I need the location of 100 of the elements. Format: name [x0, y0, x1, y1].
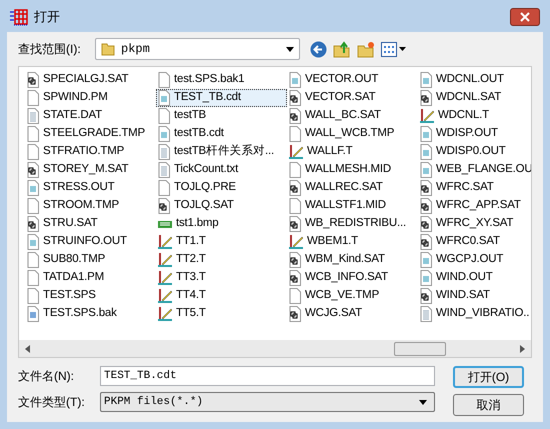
file-item[interactable]: WFRC_APP.SAT	[418, 197, 531, 215]
file-icon	[419, 270, 433, 286]
file-item[interactable]: STRESS.OUT	[25, 179, 156, 197]
file-item[interactable]: STFRATIO.TMP	[25, 143, 156, 161]
file-item[interactable]: STATE.DAT	[25, 107, 156, 125]
file-item[interactable]: TEST_TB.cdt	[156, 89, 287, 107]
blank-file-icon	[26, 252, 40, 268]
file-item[interactable]: STRUINFO.OUT	[25, 233, 156, 251]
file-item[interactable]: SPWIND.PM	[25, 89, 156, 107]
blank-file-icon	[26, 126, 40, 142]
file-item[interactable]: VECTOR.SAT	[287, 89, 418, 107]
text-file-icon	[157, 144, 171, 160]
blank-file-icon	[157, 108, 171, 124]
document-icon	[419, 216, 433, 232]
file-item[interactable]: WB_REDISTRIBU...	[287, 215, 418, 233]
blank-file-icon	[26, 144, 40, 160]
file-item[interactable]: test.SPS.bak1	[156, 71, 287, 89]
horizontal-scrollbar[interactable]	[19, 340, 531, 357]
file-item[interactable]: WBEM1.T	[287, 233, 418, 251]
file-item[interactable]: WALLMESH.MID	[287, 161, 418, 179]
file-item[interactable]: TickCount.txt	[156, 161, 287, 179]
file-item[interactable]: WIND.OUT	[418, 269, 531, 287]
file-item[interactable]: WDISP0.OUT	[418, 143, 531, 161]
file-icon	[419, 162, 433, 178]
back-icon[interactable]	[310, 40, 327, 58]
document-icon	[157, 198, 171, 214]
file-type-dropdown[interactable]: PKPM files(*.*)	[100, 392, 435, 412]
file-item[interactable]: WDCNL.OUT	[418, 71, 531, 89]
document-icon	[419, 198, 433, 214]
file-item[interactable]: WALL_WCB.TMP	[287, 125, 418, 143]
text-file-icon	[26, 108, 40, 124]
file-item[interactable]: WALLREC.SAT	[287, 179, 418, 197]
file-item[interactable]: WALLSTF1.MID	[287, 197, 418, 215]
file-item[interactable]: STOREY_M.SAT	[25, 161, 156, 179]
scroll-right-icon[interactable]	[520, 344, 525, 352]
blank-file-icon	[157, 72, 171, 88]
file-item[interactable]: SUB80.TMP	[25, 251, 156, 269]
file-item[interactable]: WCB_VE.TMP	[287, 287, 418, 305]
file-item[interactable]: WFRC_XY.SAT	[418, 215, 531, 233]
file-item[interactable]: WIND_VIBRATIO..	[418, 305, 531, 323]
file-item[interactable]: WGCPJ.OUT	[418, 251, 531, 269]
file-item[interactable]: WBM_Kind.SAT	[287, 251, 418, 269]
file-item[interactable]: WIND.SAT	[418, 287, 531, 305]
blank-file-icon	[26, 198, 40, 214]
scroll-thumb[interactable]	[394, 342, 446, 356]
document-icon	[26, 72, 40, 88]
scroll-left-icon[interactable]	[25, 344, 30, 352]
new-folder-icon[interactable]	[357, 40, 375, 58]
look-in-dropdown[interactable]: pkpm	[95, 38, 300, 60]
file-item[interactable]: WDCNL.SAT	[418, 89, 531, 107]
file-type-label: 文件类型(T):	[18, 394, 86, 411]
file-item[interactable]: WALLF.T	[287, 143, 418, 161]
cancel-button[interactable]: 取消	[453, 394, 524, 416]
blank-file-icon	[288, 162, 302, 178]
file-item[interactable]: tst1.bmp	[156, 215, 287, 233]
file-item[interactable]: testTB.cdt	[156, 125, 287, 143]
file-item[interactable]: STEELGRADE.TMP	[25, 125, 156, 143]
grid-view-icon	[381, 42, 397, 56]
look-in-label: 查找范围(I):	[18, 41, 82, 58]
blank-file-icon	[26, 288, 40, 304]
document-icon	[288, 270, 302, 286]
file-item[interactable]: STRU.SAT	[25, 215, 156, 233]
file-item[interactable]: TEST.SPS	[25, 287, 156, 305]
file-item[interactable]: STROOM.TMP	[25, 197, 156, 215]
text-file-icon	[157, 162, 171, 178]
file-item[interactable]: TT4.T	[156, 287, 287, 305]
file-item[interactable]: TT2.T	[156, 251, 287, 269]
file-icon	[157, 126, 171, 142]
file-item[interactable]: testTB杆件关系对...	[156, 143, 287, 161]
file-item[interactable]: TEST.SPS.bak	[25, 305, 156, 323]
close-button[interactable]	[510, 8, 540, 26]
window-title: 打开	[34, 8, 60, 26]
document-icon	[288, 108, 302, 124]
caret-icon	[399, 47, 406, 51]
file-item[interactable]: WCJG.SAT	[287, 305, 418, 323]
file-item[interactable]: WCB_INFO.SAT	[287, 269, 418, 287]
file-item[interactable]: TT5.T	[156, 305, 287, 323]
pencil-icon	[288, 144, 304, 160]
file-icon	[419, 144, 433, 160]
file-item[interactable]: TT3.T	[156, 269, 287, 287]
file-item[interactable]: TOJLQ.PRE	[156, 179, 287, 197]
file-icon	[157, 90, 171, 106]
file-icon	[419, 126, 433, 142]
file-item[interactable]: WFRC.SAT	[418, 179, 531, 197]
file-item[interactable]: TATDA1.PM	[25, 269, 156, 287]
file-item[interactable]: WALL_BC.SAT	[287, 107, 418, 125]
document-icon	[419, 180, 433, 196]
file-name-field[interactable]: TEST_TB.cdt	[100, 366, 435, 386]
file-item[interactable]: WDCNL.T	[418, 107, 531, 125]
view-menu-button[interactable]	[381, 42, 406, 56]
open-button[interactable]: 打开(O)	[453, 366, 524, 388]
file-item[interactable]: TOJLQ.SAT	[156, 197, 287, 215]
file-item[interactable]: testTB	[156, 107, 287, 125]
close-icon	[520, 12, 530, 22]
file-item[interactable]: VECTOR.OUT	[287, 71, 418, 89]
up-folder-icon[interactable]	[333, 40, 351, 58]
file-item[interactable]: WFRC0.SAT	[418, 233, 531, 251]
file-item[interactable]: SPECIALGJ.SAT	[25, 71, 156, 89]
file-item[interactable]: WDISP.OUT	[418, 125, 531, 143]
file-item[interactable]: TT1.T	[156, 233, 287, 251]
